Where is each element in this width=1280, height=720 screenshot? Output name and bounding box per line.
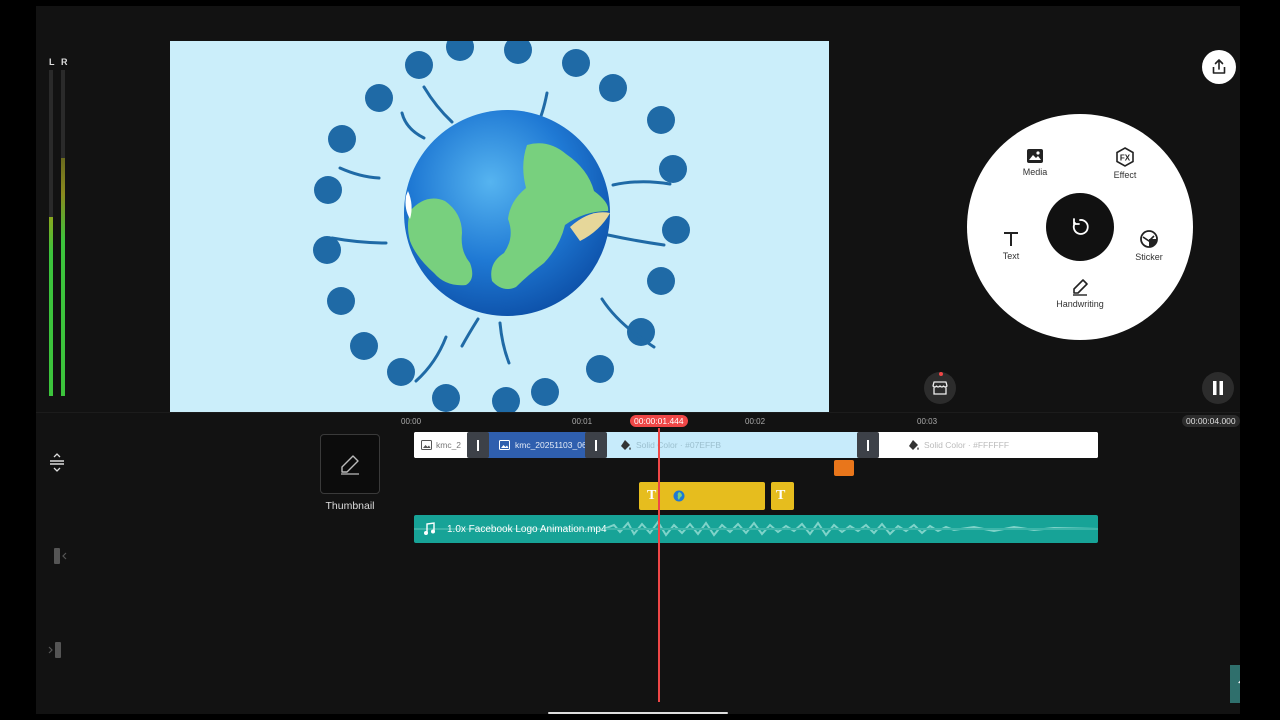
- music-note-icon: [424, 522, 435, 535]
- meter-left-bar: [49, 70, 53, 396]
- clip-trim-handle-1[interactable]: [467, 432, 489, 458]
- pause-icon: [1213, 381, 1223, 395]
- trim-left-button[interactable]: [52, 546, 70, 571]
- clip-trim-handle-3[interactable]: [857, 432, 879, 458]
- text-layer-glyph: T: [647, 488, 657, 503]
- media-button[interactable]: Media: [1013, 148, 1057, 177]
- meter-left-fill: [49, 216, 53, 396]
- undo-icon: [1072, 218, 1089, 235]
- image-clip-icon: [499, 440, 510, 450]
- handwriting-label: Handwriting: [1056, 299, 1104, 309]
- home-indicator: [548, 712, 728, 714]
- share-button[interactable]: [1202, 50, 1236, 84]
- effect-layer-clip[interactable]: [834, 460, 854, 476]
- sticker-label: Sticker: [1135, 252, 1163, 262]
- timeline-divider: [36, 412, 1240, 413]
- text-button[interactable]: Text: [989, 230, 1033, 261]
- track-expand-button[interactable]: [48, 452, 66, 479]
- meter-right-bar: [61, 70, 65, 396]
- text-label: Text: [1002, 251, 1020, 261]
- ruler-tick-3: 00:03: [917, 417, 938, 426]
- thumbnail-button[interactable]: [320, 434, 380, 494]
- clip-solid-color-2[interactable]: Solid Color · #FFFFFF: [872, 432, 1098, 458]
- store-button[interactable]: [924, 372, 956, 404]
- clip-1-label: kmc_2: [436, 440, 462, 450]
- audio-track-clip[interactable]: 1.0x Facebook Logo Animation.mp4: [414, 515, 1098, 543]
- sticker-icon: [1140, 230, 1158, 248]
- share-icon: [1212, 59, 1226, 74]
- globe-thumbnail-icon: [673, 490, 685, 502]
- text-layer-2-glyph: T: [776, 488, 786, 503]
- trim-left-icon: [54, 548, 67, 564]
- clip-3-label: Solid Color · #07EFFB: [636, 440, 722, 450]
- trim-right-button[interactable]: [46, 640, 64, 665]
- ruler-tick-1: 00:01: [572, 417, 593, 426]
- image-clip-icon: [421, 440, 432, 450]
- undo-button[interactable]: [1046, 193, 1114, 261]
- paint-bucket-icon: [621, 440, 631, 450]
- ruler-tick-0: 00:00: [401, 417, 422, 426]
- clip-2-label: kmc_20251103_06: [515, 440, 587, 450]
- handwriting-icon: [1073, 279, 1088, 296]
- media-label: Media: [1022, 167, 1048, 177]
- clip-solid-color-1[interactable]: Solid Color · #07EFFB: [602, 432, 872, 458]
- audio-clip-label: 1.0x Facebook Logo Animation.mp4: [447, 524, 607, 535]
- effect-label: Effect: [1113, 170, 1137, 180]
- effect-icon: FX: [1116, 147, 1134, 167]
- pencil-icon: [341, 455, 359, 475]
- store-notification-dot: [939, 372, 943, 376]
- mushroom-icon: [1238, 680, 1240, 684]
- text-icon: [1004, 232, 1018, 246]
- pause-button[interactable]: [1202, 372, 1234, 404]
- app-window: L R Media FX Effect Text Sticker Handwri…: [36, 6, 1240, 714]
- paint-bucket-icon: [909, 440, 919, 450]
- media-icon: [1027, 149, 1043, 163]
- clip-4-label: Solid Color · #FFFFFF: [924, 440, 1010, 450]
- sticker-button[interactable]: Sticker: [1127, 229, 1171, 262]
- clip-image-1[interactable]: kmc_2: [414, 432, 469, 458]
- expand-tracks-icon: [50, 453, 64, 472]
- radial-menu: Media FX Effect Text Sticker Handwriting: [967, 114, 1193, 340]
- channel-avatar: [1230, 665, 1240, 703]
- meter-left-label: L: [49, 57, 55, 67]
- thumbnail-label: Thumbnail: [325, 500, 375, 512]
- total-time: 00:00:04.000: [1182, 415, 1240, 427]
- ruler-tick-2: 00:02: [745, 417, 766, 426]
- meter-right-label: R: [61, 57, 68, 67]
- meter-right-fill: [61, 158, 65, 396]
- trim-right-icon: [48, 642, 61, 658]
- handwriting-button[interactable]: Handwriting: [1045, 278, 1115, 309]
- clip-trim-handle-2[interactable]: [585, 432, 607, 458]
- playhead-time: 00:00:01.444: [630, 415, 688, 427]
- playhead-line[interactable]: [658, 428, 660, 702]
- video-track: kmc_2 kmc_20251103_06 Solid Color · #07E…: [414, 432, 1098, 458]
- effect-button[interactable]: FX Effect: [1103, 147, 1147, 180]
- video-preview[interactable]: [170, 41, 829, 412]
- svg-text:FX: FX: [1120, 154, 1131, 163]
- globe-illustration: [313, 41, 690, 412]
- store-icon: [932, 381, 948, 395]
- text-layer-clip-2[interactable]: T: [771, 482, 794, 510]
